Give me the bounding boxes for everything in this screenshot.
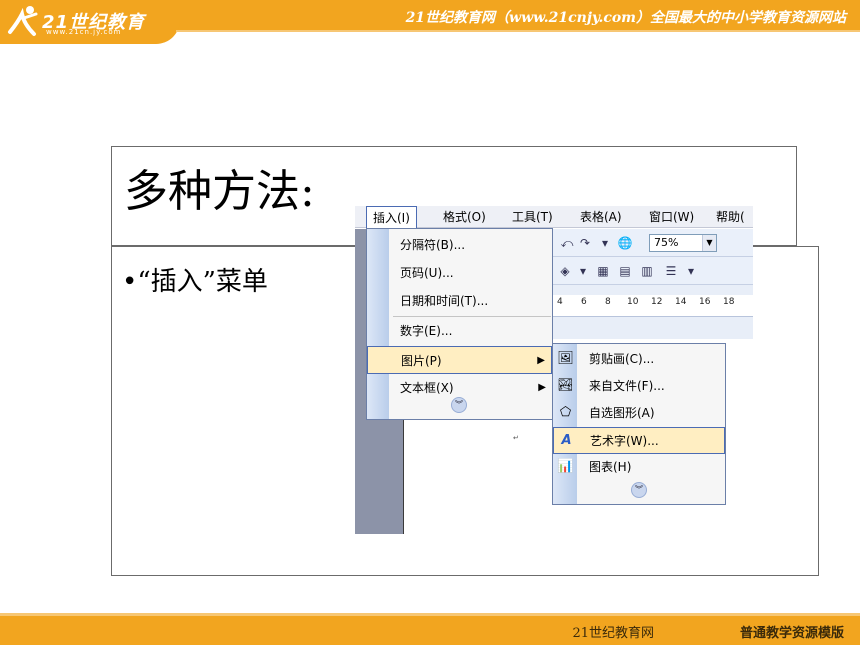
menu-tools[interactable]: 工具(T) [506,206,559,228]
menu-item-date-time[interactable]: 日期和时间(T)... [367,287,552,315]
menu-help[interactable]: 帮助( [710,206,751,228]
autoshape-icon: ⬠ [559,405,572,420]
ruler-number: 10 [627,297,639,307]
table-icon[interactable]: ▦ [595,263,611,279]
bullet-text: •“插入”菜单 [122,267,268,297]
menu-item-break[interactable]: 分隔符(B)... [367,231,552,259]
menu-item-page-numbers[interactable]: 页码(U)... [367,259,552,287]
menu-window[interactable]: 窗口(W) [643,206,700,228]
columns-icon[interactable]: ▤ [617,263,633,279]
ruler-number: 16 [699,297,711,307]
expand-submenu-icon[interactable]: ︾ [631,482,647,498]
image-file-icon: 🏞 [557,378,574,393]
ruler: 4 6 8 10 12 14 16 18 [553,295,753,317]
submenu-arrow-icon: ▶ [537,355,545,366]
ruler-number: 6 [581,297,587,307]
menu-format[interactable]: 格式(O) [437,206,492,228]
submenu-item-chart[interactable]: 📊 图表(H) [553,454,725,481]
redo-arrow-icon[interactable]: ↷ [577,235,593,251]
formatting-toolbar: ◈ ▾ ▦ ▤ ▥ ☰ ▾ [553,257,753,285]
header-band: 21世纪教育 www.21cn.jy.com 21世纪教育网（www.21cnj… [0,0,860,44]
logo-figure-icon [8,6,38,36]
picture-submenu: 🖼 剪贴画(C)... 🏞 来自文件(F)... ⬠ 自选图形(A) A 艺术字… [552,343,726,505]
word-screenshot: ↵ 插入(I) 格式(O) 工具(T) 表格(A) 窗口(W) 帮助( ⤺ ↷ … [355,196,753,534]
menu-item-number[interactable]: 数字(E)... [367,317,552,345]
submenu-item-from-file[interactable]: 🏞 来自文件(F)... [553,373,725,400]
logo-url: www.21cn.jy.com [46,28,122,36]
align-icon[interactable]: ☰ [663,263,679,279]
footer-template-label: 普通教学资源模版 [739,626,844,641]
insert-menu: 分隔符(B)... 页码(U)... 日期和时间(T)... 数字(E)... … [366,228,553,420]
slide-title: 多种方法: [124,166,315,217]
chevron-down-icon[interactable]: ▾ [683,263,699,279]
chart-icon: 📊 [557,459,574,474]
grid-icon[interactable]: ▥ [639,263,655,279]
menu-bar: 插入(I) 格式(O) 工具(T) 表格(A) 窗口(W) 帮助( [355,206,753,228]
submenu-arrow-icon: ▶ [538,382,546,393]
ruler-number: 14 [675,297,687,307]
ruler-number: 12 [651,297,663,307]
menu-item-picture[interactable]: 图片(P) ▶ [367,346,552,374]
ruler-number: 18 [723,297,735,307]
submenu-item-autoshapes[interactable]: ⬠ 自选图形(A) [553,400,725,427]
fill-color-icon[interactable]: ◈ [557,263,573,279]
footer-site-name: 21世纪教育网 [572,626,654,641]
header-divider [176,30,860,32]
site-logo[interactable]: 21世纪教育 www.21cn.jy.com [6,4,176,40]
standard-toolbar: ⤺ ↷ ▾ 🌐 75% ▼ [553,229,753,257]
wordart-icon: A [561,433,572,448]
zoom-dropdown-icon[interactable]: ▼ [702,235,716,251]
zoom-value: 75% [654,236,679,249]
menu-table[interactable]: 表格(A) [574,206,628,228]
hyperlink-icon[interactable]: 🌐 [617,235,633,251]
clipart-icon: 🖼 [557,351,574,366]
footer-stripe [0,613,860,616]
paragraph-mark: ↵ [513,434,519,442]
ruler-number: 8 [605,297,611,307]
expand-menu-icon[interactable]: ︾ [451,397,467,413]
undo-arrow-icon[interactable]: ⤺ [559,235,575,251]
submenu-item-clipart[interactable]: 🖼 剪贴画(C)... [553,346,725,373]
footer-band: 21世纪教育网 普通教学资源模版 [0,613,860,645]
ruler-number: 4 [557,297,563,307]
dropdown-icon[interactable]: ▾ [597,235,613,251]
zoom-select[interactable]: 75% ▼ [649,234,717,252]
toolbar-area: ⤺ ↷ ▾ 🌐 75% ▼ ◈ ▾ ▦ ▤ ▥ ☰ ▾ 4 6 8 10 12 … [553,229,753,339]
header-slogan: 21世纪教育网（www.21cnjy.com）全国最大的中小学教育资源网站 [405,10,846,26]
submenu-item-wordart[interactable]: A 艺术字(W)... [553,427,725,454]
chevron-down-icon[interactable]: ▾ [575,263,591,279]
menu-insert[interactable]: 插入(I) [366,206,417,228]
